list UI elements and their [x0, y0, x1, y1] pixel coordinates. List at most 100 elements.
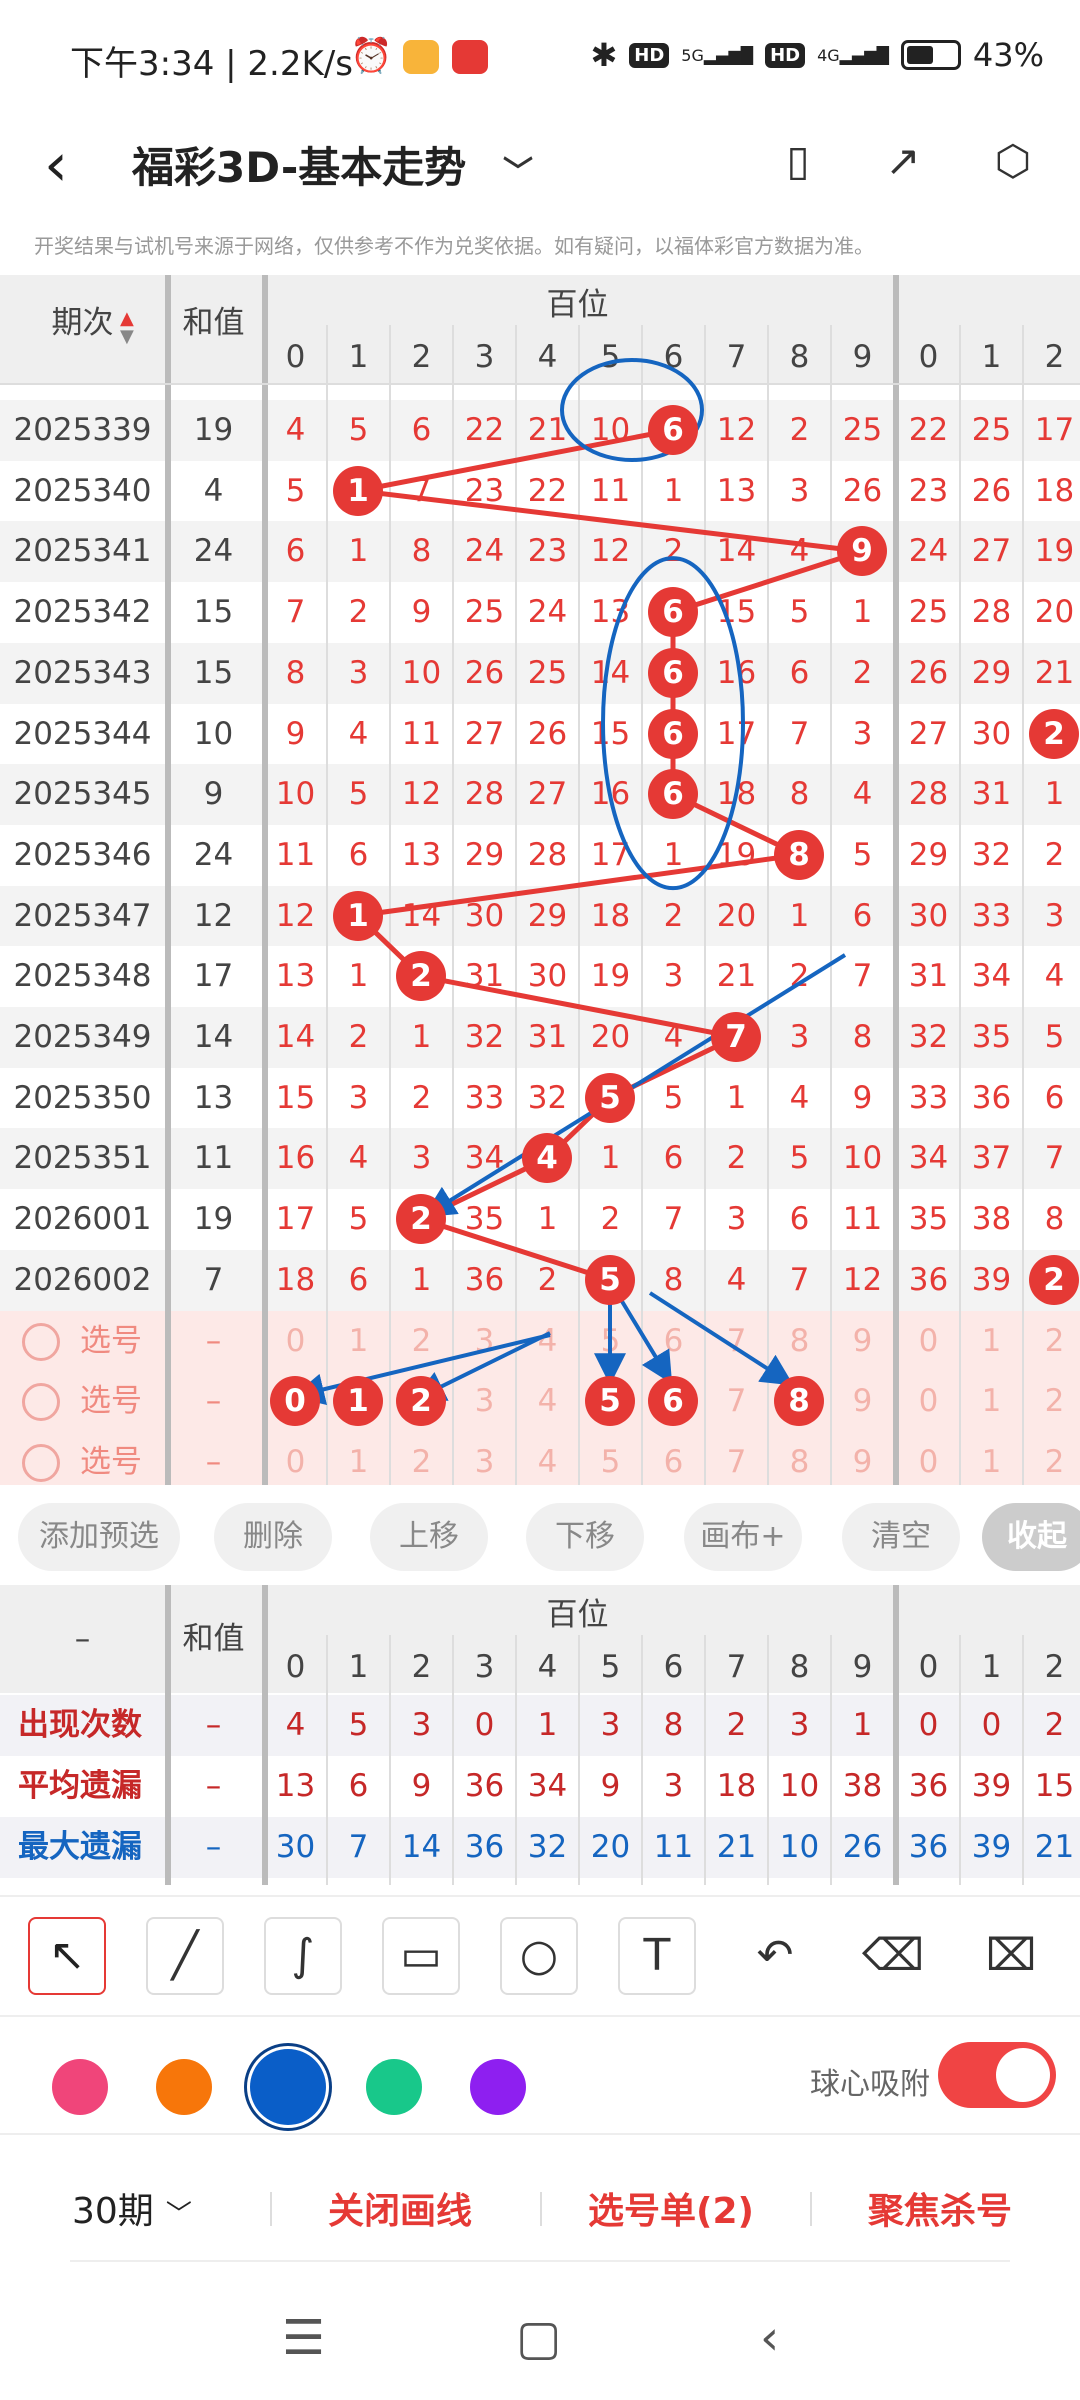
stats-row-label: 出现次数: [18, 1707, 142, 1743]
hit-ball[interactable]: 2: [396, 951, 446, 1002]
add-preselect-button[interactable]: 添加预选: [18, 1503, 180, 1571]
digit-header: 4: [537, 1649, 558, 1685]
back-icon[interactable]: ‹: [44, 130, 68, 200]
stats-corner: –: [74, 1621, 91, 1657]
stats-value: 6: [348, 1768, 369, 1804]
stats-value: 26: [842, 1829, 883, 1865]
stats-value: 1: [537, 1707, 558, 1743]
stats-value: 2: [1044, 1707, 1065, 1743]
drawing-toolbar: ↖ ╱ ∫ ▭ ○ T ↶ ⌫ ⌧: [0, 1895, 1080, 2015]
collapse-button[interactable]: 收起: [982, 1503, 1080, 1571]
selected-pick-ball[interactable]: 5: [585, 1376, 635, 1427]
undo-icon[interactable]: ↶: [736, 1917, 814, 1995]
hit-ball[interactable]: 5: [585, 1072, 635, 1123]
color-blue-selected[interactable]: [250, 2049, 326, 2125]
status-bar: 下午3:34 | 2.2K/s ⏰ ✱ HD 5G▂▄▆█ HD 4G▂▄▆█ …: [0, 0, 1080, 120]
selected-pick-ball[interactable]: 1: [333, 1376, 383, 1427]
stats-sum-cell: –: [205, 1768, 222, 1804]
chevron-down-icon[interactable]: ﹀: [503, 155, 533, 190]
stats-value: 3: [789, 1707, 810, 1743]
back-nav-icon[interactable]: ‹: [760, 2310, 779, 2366]
curve-tool-icon[interactable]: ∫: [264, 1917, 342, 1995]
status-time: 下午3:34 | 2.2K/s: [70, 44, 353, 84]
eraser-icon[interactable]: ⌫: [854, 1917, 932, 1995]
hit-ball[interactable]: 2: [1029, 708, 1079, 759]
menu-icon[interactable]: ☰: [282, 2310, 325, 2366]
color-orange[interactable]: [156, 2059, 212, 2115]
stats-value: 2: [726, 1707, 747, 1743]
color-pink[interactable]: [52, 2059, 108, 2115]
hit-ball[interactable]: 2: [1029, 1254, 1079, 1305]
trend-lines: [292, 358, 863, 1405]
drawn-arrow-annotation[interactable]: [613, 1288, 673, 1385]
status-right: ✱ HD 5G▂▄▆█ HD 4G▂▄▆█ 43%: [590, 36, 1044, 74]
layout-icon[interactable]: ▯: [765, 128, 831, 194]
hit-ball[interactable]: 6: [648, 769, 698, 820]
stats-value: 36: [464, 1768, 505, 1804]
line-tool-icon[interactable]: ╱: [146, 1917, 224, 1995]
hit-ball[interactable]: 8: [774, 829, 824, 880]
stats-value: 21: [1034, 1829, 1075, 1865]
bottom-actions: 30期 ﹀ 关闭画线 选号单(2) 聚焦杀号: [0, 2140, 1080, 2270]
share-icon[interactable]: ↗: [870, 128, 936, 194]
digit-header: 3: [474, 1649, 495, 1685]
close-draw-button[interactable]: 关闭画线: [328, 2182, 472, 2234]
focus-kill-button[interactable]: 聚焦杀号: [868, 2182, 1012, 2234]
pick-list-button[interactable]: 选号单(2): [588, 2182, 754, 2234]
stats-value: 38: [842, 1768, 883, 1804]
drawn-arrow-annotation[interactable]: [423, 953, 847, 1218]
stats-value: 39: [971, 1829, 1012, 1865]
hit-ball[interactable]: 6: [648, 708, 698, 759]
selected-pick-ball[interactable]: 8: [774, 1376, 824, 1427]
digit-header: 6: [663, 1649, 684, 1685]
color-palette: 球心吸附: [0, 2015, 1080, 2135]
period-select[interactable]: 30期 ﹀: [72, 2182, 192, 2234]
hit-ball[interactable]: 5: [585, 1254, 635, 1305]
page-title[interactable]: 福彩3D-基本走势 ﹀: [132, 134, 533, 195]
battery-icon: [900, 40, 961, 70]
notes-app-icon: [403, 40, 439, 74]
hit-ball[interactable]: 7: [711, 1012, 761, 1062]
color-green[interactable]: [366, 2059, 422, 2115]
hd-badge: HD: [629, 42, 670, 68]
move-down-button[interactable]: 下移: [526, 1503, 644, 1571]
digit-header: 9: [852, 1649, 873, 1685]
hit-ball[interactable]: 1: [333, 890, 383, 941]
hundreds-group-header: 百位: [546, 1597, 609, 1633]
stats-value: 15: [1034, 1768, 1075, 1804]
stats-value: 7: [348, 1829, 369, 1865]
app-header: ‹ 福彩3D-基本走势 ﹀ ▯ ↗ ⬡: [0, 110, 1080, 230]
hit-ball[interactable]: 6: [648, 647, 698, 698]
stats-sum-header: 和值: [182, 1621, 245, 1657]
snap-toggle[interactable]: [938, 2042, 1056, 2108]
delete-button[interactable]: 删除: [214, 1503, 332, 1571]
rect-tool-icon[interactable]: ▭: [382, 1917, 460, 1995]
divider: [540, 2192, 542, 2226]
bluetooth-icon: ✱: [590, 36, 618, 74]
hit-ball[interactable]: 6: [648, 405, 698, 455]
canvas-plus-button[interactable]: 画布+: [684, 1503, 802, 1571]
divider: [270, 2192, 272, 2226]
selected-pick-ball[interactable]: 2: [396, 1376, 446, 1427]
arrow-tool-icon[interactable]: ↖: [28, 1917, 106, 1995]
hit-ball[interactable]: 2: [396, 1194, 446, 1245]
hit-ball[interactable]: 6: [648, 587, 698, 638]
settings-icon[interactable]: ⬡: [980, 128, 1046, 194]
selected-pick-ball[interactable]: 6: [648, 1376, 698, 1427]
home-icon[interactable]: ▢: [516, 2310, 561, 2366]
move-up-button[interactable]: 上移: [370, 1503, 488, 1571]
circle-tool-icon[interactable]: ○: [500, 1917, 578, 1995]
stats-row-label: 最大遗漏: [18, 1829, 142, 1865]
color-purple[interactable]: [470, 2059, 526, 2115]
system-nav-bar: ☰ ▢ ‹: [0, 2280, 1080, 2400]
selected-pick-ball[interactable]: 0: [270, 1376, 320, 1427]
drawn-arrow-annotation[interactable]: [648, 1291, 794, 1386]
hit-ball[interactable]: 1: [333, 465, 383, 516]
clear-button[interactable]: 清空: [842, 1503, 960, 1571]
digit-header: 2: [1044, 1649, 1065, 1685]
signal-5g-icon: 5G▂▄▆█: [681, 45, 754, 65]
stats-value: 34: [527, 1768, 568, 1804]
trend-chart[interactable]: 期次 ▲ ▼ 和值 百位 0 1 2 3 4 5 6 7 8 9 0 1 2 2025339 19 4 5 6 22 21 10 1…: [0, 275, 1080, 1485]
clear-brush-icon[interactable]: ⌧: [972, 1917, 1050, 1995]
text-tool-icon[interactable]: T: [618, 1917, 696, 1995]
